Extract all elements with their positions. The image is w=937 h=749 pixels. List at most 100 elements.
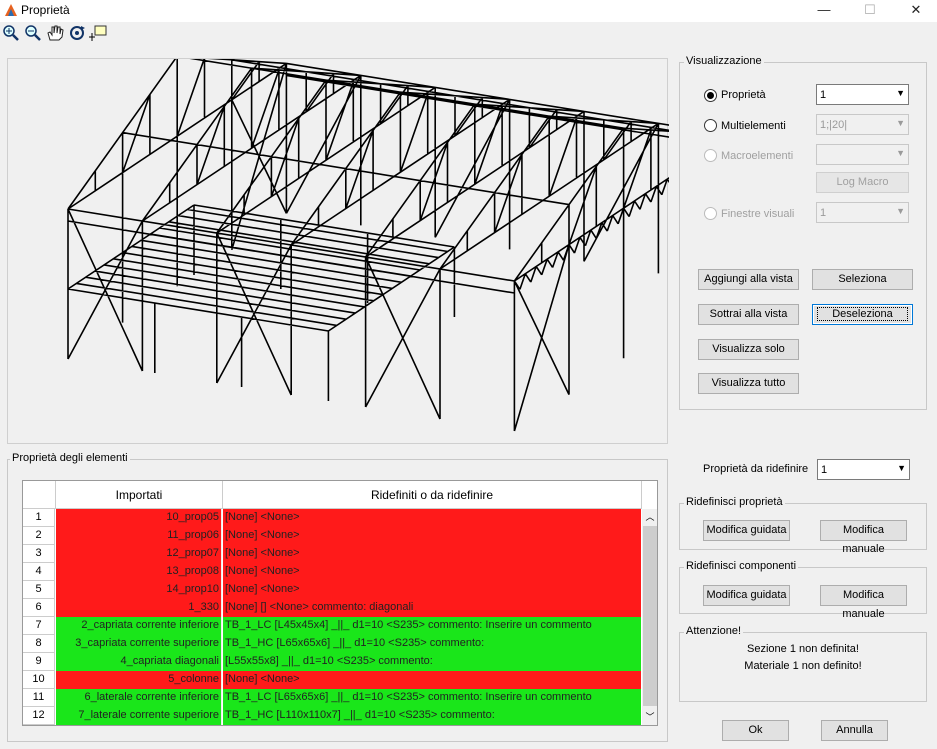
multielementi-select-value: 1;|20| <box>820 119 848 131</box>
structure-members <box>67 55 734 432</box>
row-number[interactable]: 7 <box>23 617 55 635</box>
proprieta-radio[interactable] <box>704 89 717 102</box>
finestre-visuali-select[interactable]: 1 ▼ <box>816 202 909 223</box>
visualizza-tutto-button[interactable]: Visualizza tutto <box>698 373 799 394</box>
scroll-up-icon[interactable]: ︿ <box>642 509 657 525</box>
ridefinisci-proprieta-title: Ridefinisci proprietà <box>684 496 785 508</box>
ridefinire-select[interactable]: 1 ▼ <box>817 459 910 480</box>
ridefinisci-componenti-title: Ridefinisci componenti <box>684 560 799 572</box>
sottrai-alla-vista-button[interactable]: Sottrai alla vista <box>698 304 799 325</box>
cell-importati[interactable]: 1_330 <box>56 599 222 617</box>
cell-ridefiniti[interactable]: [None] <None> <box>223 545 641 563</box>
warning-sezione: Sezione 1 non definita! <box>747 643 859 655</box>
row-number[interactable]: 9 <box>23 653 55 671</box>
ok-button[interactable]: Ok <box>722 720 789 741</box>
chevron-down-icon: ▼ <box>896 206 905 216</box>
cell-importati[interactable]: 10_prop05 <box>56 509 222 527</box>
row-number[interactable]: 1 <box>23 509 55 527</box>
cell-ridefiniti[interactable]: [None] <None> <box>223 527 641 545</box>
cell-ridefiniti[interactable]: [None] [] <None> commento: diagonali <box>223 599 641 617</box>
cell-ridefiniti[interactable]: [L55x55x8] _||_ d1=10 <S235> commento: <box>223 653 641 671</box>
modifica-manuale-proprieta-button[interactable]: Modifica manuale <box>820 520 907 555</box>
cell-ridefiniti[interactable]: [None] <None> <box>223 581 641 599</box>
chevron-down-icon: ▼ <box>896 148 905 158</box>
table-corner <box>23 481 56 509</box>
finestre-visuali-radio[interactable] <box>704 207 717 220</box>
annulla-button[interactable]: Annulla <box>821 720 888 741</box>
log-macro-button[interactable]: Log Macro <box>816 172 909 193</box>
seleziona-button[interactable]: Seleziona <box>812 269 913 290</box>
row-number[interactable]: 4 <box>23 563 55 581</box>
column-header-ridefiniti[interactable]: Ridefiniti o da ridefinire <box>223 481 642 509</box>
visualizzazione-title: Visualizzazione <box>684 55 764 67</box>
scroll-down-icon[interactable]: ﹀ <box>642 709 657 725</box>
cell-importati[interactable]: 2_capriata corrente inferiore <box>56 617 222 635</box>
cell-importati[interactable]: 5_colonne <box>56 671 222 689</box>
proprieta-label: Proprietà <box>721 89 766 101</box>
cell-ridefiniti[interactable]: TB_1_LC [L45x45x4] _||_ d1=10 <S235> com… <box>223 617 641 635</box>
pan-hand-icon[interactable] <box>45 24 65 42</box>
cell-ridefiniti[interactable]: [None] <None> <box>223 509 641 527</box>
cell-importati[interactable]: 7_laterale corrente superiore <box>56 707 222 725</box>
structure-3d-view[interactable] <box>7 55 734 444</box>
zoom-in-icon[interactable] <box>1 24 21 42</box>
chevron-down-icon: ▼ <box>896 118 905 128</box>
multielementi-radio[interactable] <box>704 119 717 132</box>
rotate-icon[interactable] <box>67 24 87 42</box>
elements-table[interactable]: Importati Ridefiniti o da ridefinire 1 10… <box>22 480 658 726</box>
macroelementi-radio[interactable] <box>704 149 717 162</box>
scrollbar-thumb[interactable] <box>643 526 657 706</box>
row-number[interactable]: 11 <box>23 689 55 707</box>
finestre-visuali-select-value: 1 <box>820 207 827 219</box>
warning-materiale: Materiale 1 non definito! <box>744 660 862 672</box>
cell-importati[interactable]: 14_prop10 <box>56 581 222 599</box>
aggiungi-alla-vista-button[interactable]: Aggiungi alla vista <box>698 269 799 290</box>
cell-ridefiniti[interactable]: TB_1_HC [L110x110x7] _||_ d1=10 <S235> c… <box>223 707 641 725</box>
ridefinire-label: Proprietà da ridefinire <box>703 463 809 475</box>
row-number[interactable]: 6 <box>23 599 55 617</box>
row-number[interactable]: 3 <box>23 545 55 563</box>
window-title: Proprietà <box>21 3 70 17</box>
modifica-guidata-componenti-button[interactable]: Modifica guidata <box>703 585 790 606</box>
close-button[interactable]: ✕ <box>893 0 937 22</box>
zoom-out-icon[interactable] <box>23 24 43 42</box>
cell-importati[interactable]: 6_laterale corrente inferiore <box>56 689 222 707</box>
macroelementi-select[interactable]: ▼ <box>816 144 909 165</box>
cell-importati[interactable]: 3_capriata corrente superiore <box>56 635 222 653</box>
proprieta-select[interactable]: 1 ▼ <box>816 84 909 105</box>
cell-importati[interactable]: 11_prop06 <box>56 527 222 545</box>
proprieta-select-value: 1 <box>820 89 827 101</box>
cell-importati[interactable]: 12_prop07 <box>56 545 222 563</box>
multielementi-select[interactable]: 1;|20| ▼ <box>816 114 909 135</box>
row-number[interactable]: 8 <box>23 635 55 653</box>
deseleziona-button[interactable]: Deseleziona <box>812 304 913 325</box>
vertical-scrollbar[interactable]: ︿ ﹀ <box>642 509 657 725</box>
minimize-button[interactable]: — <box>801 0 847 22</box>
deseleziona-label: Deseleziona <box>817 307 908 321</box>
title-bar: Proprietà — ☐ ✕ <box>0 0 937 22</box>
structure-wireframe <box>67 55 734 432</box>
cell-ridefiniti[interactable]: TB_1_HC [L65x65x6] _||_ d1=10 <S235> com… <box>223 635 641 653</box>
ridefinire-select-value: 1 <box>821 464 828 476</box>
cell-ridefiniti[interactable]: [None] <None> <box>223 671 641 689</box>
row-number[interactable]: 5 <box>23 581 55 599</box>
modifica-guidata-proprieta-button[interactable]: Modifica guidata <box>703 520 790 541</box>
chevron-down-icon: ▼ <box>897 463 906 473</box>
visualizza-solo-button[interactable]: Visualizza solo <box>698 339 799 360</box>
row-number[interactable]: 12 <box>23 707 55 725</box>
figure-toolbar <box>0 22 937 44</box>
maximize-button[interactable]: ☐ <box>847 0 893 22</box>
column-header-importati[interactable]: Importati <box>56 481 223 509</box>
cell-importati[interactable]: 4_capriata diagonali <box>56 653 222 671</box>
cell-importati[interactable]: 13_prop08 <box>56 563 222 581</box>
multielementi-label: Multielementi <box>721 120 786 132</box>
attenzione-title: Attenzione! <box>684 625 744 637</box>
cell-ridefiniti[interactable]: [None] <None> <box>223 563 641 581</box>
data-cursor-icon[interactable] <box>89 24 109 42</box>
row-number[interactable]: 2 <box>23 527 55 545</box>
cell-ridefiniti[interactable]: TB_1_LC [L65x65x6] _||_ d1=10 <S235> com… <box>223 689 641 707</box>
row-number[interactable]: 10 <box>23 671 55 689</box>
modifica-manuale-componenti-button[interactable]: Modifica manuale <box>820 585 907 620</box>
chevron-down-icon: ▼ <box>896 88 905 98</box>
proprieta-elementi-title: Proprietà degli elementi <box>10 452 130 464</box>
